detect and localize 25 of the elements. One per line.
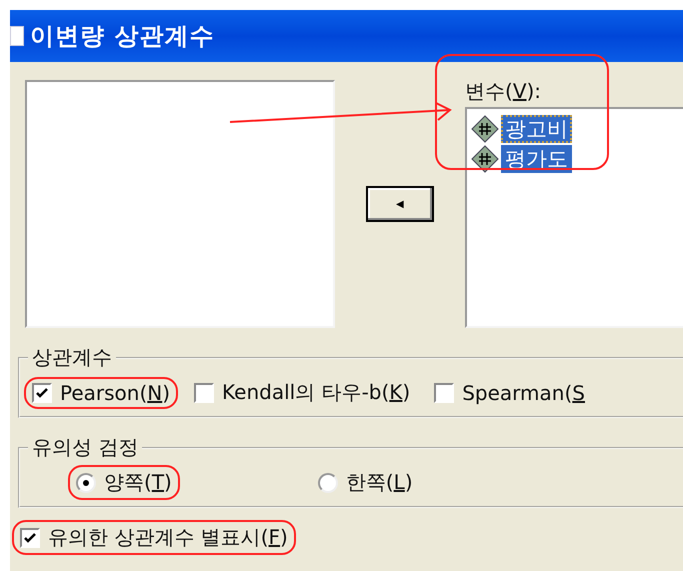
variable-item[interactable]: 광고비	[501, 115, 572, 143]
radio-button[interactable]	[318, 472, 338, 492]
window-title: 이변량 상관계수	[30, 21, 214, 52]
radio-button[interactable]	[76, 472, 96, 492]
check-icon	[36, 386, 48, 398]
checkbox-label: Spearman(S	[462, 380, 585, 404]
radio-label: 한쪽(L)	[346, 469, 413, 496]
checkbox[interactable]	[20, 528, 40, 548]
radio-label: 양쪽(T)	[104, 469, 172, 496]
group-title: 상관계수	[31, 344, 113, 371]
check-icon	[24, 532, 36, 544]
numeric-variable-icon	[471, 145, 499, 173]
variable-item[interactable]: 평가도	[501, 145, 572, 173]
checkbox-label: Kendall의 타우-b(K)	[222, 379, 410, 406]
checkbox-label: 유의한 상관계수 별표시(F)	[48, 524, 288, 551]
checkbox[interactable]	[434, 382, 454, 402]
move-button[interactable]: ◀	[366, 186, 434, 222]
checkbox[interactable]	[32, 382, 52, 402]
group-title: 유의성 검정	[31, 434, 140, 461]
checkbox-label: Pearson(N)	[60, 380, 170, 404]
checkbox[interactable]	[194, 382, 214, 402]
numeric-variable-icon	[471, 115, 499, 143]
variables-label: 변수(V):	[465, 78, 542, 105]
variables-list[interactable]: 광고비 평가도	[465, 107, 683, 328]
window-icon	[10, 26, 24, 46]
